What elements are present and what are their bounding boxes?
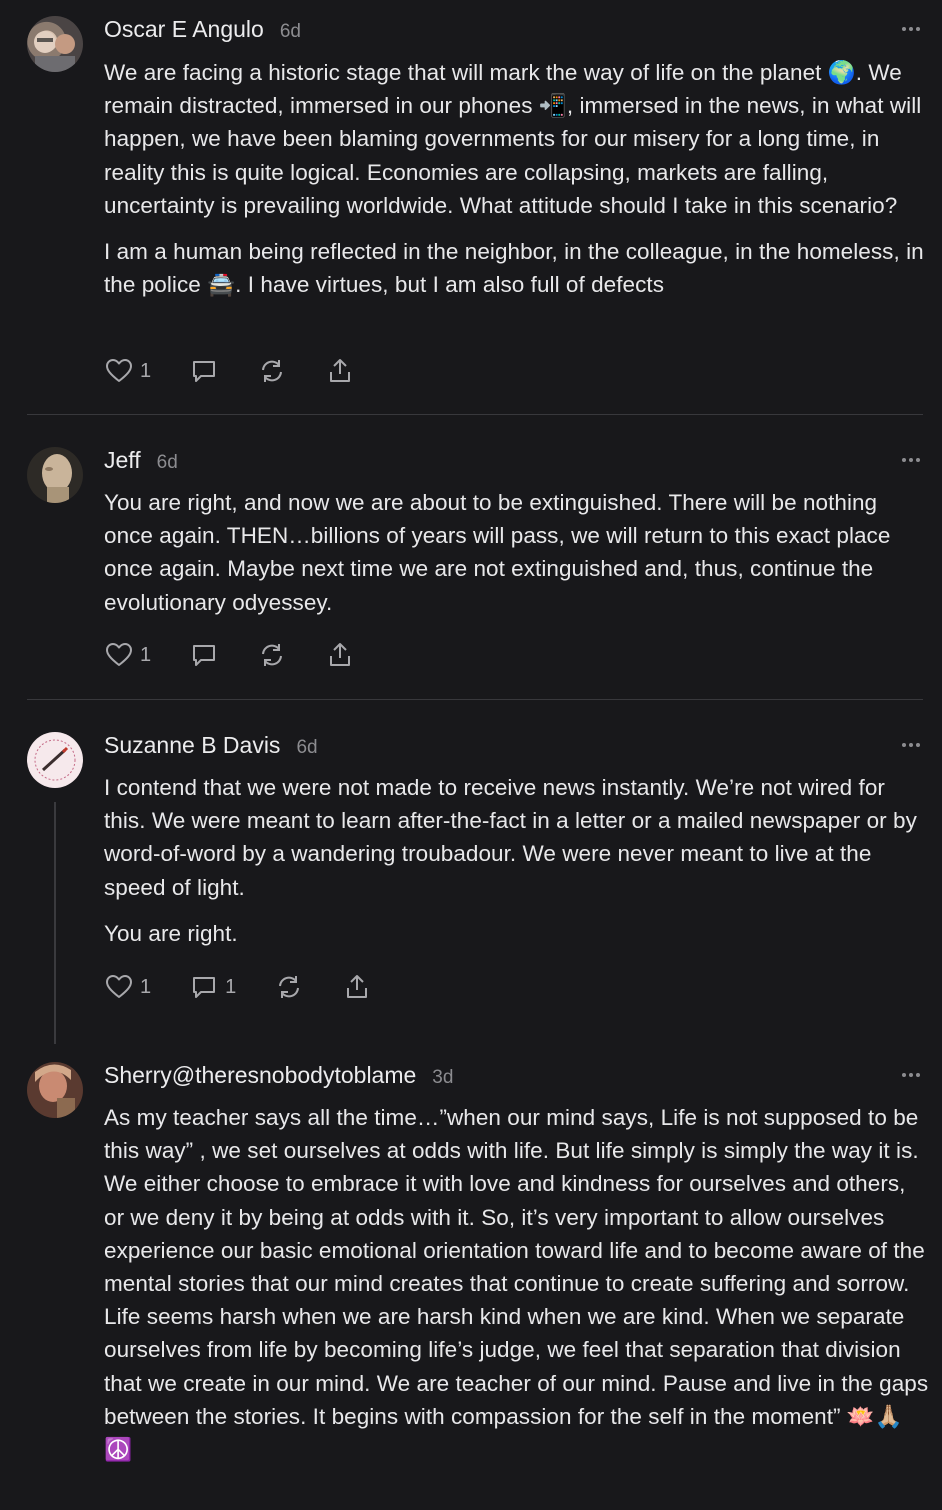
- comment-actions: 1: [104, 640, 393, 670]
- comment-age: 3d: [432, 1067, 454, 1088]
- restack-button[interactable]: [257, 356, 287, 386]
- comment-paragraph: I am a human being reflected in the neig…: [104, 239, 924, 298]
- more-icon[interactable]: [898, 1070, 920, 1080]
- comment-body: As my teacher says all the time…”when ou…: [104, 1101, 929, 1479]
- comment-paragraph: We are facing a historic stage that will…: [104, 60, 922, 218]
- share-button[interactable]: [342, 972, 372, 1002]
- more-icon[interactable]: [898, 740, 920, 750]
- comment-body: You are right, and now we are about to b…: [104, 486, 929, 632]
- comment-icon: [193, 977, 216, 998]
- comment-body: I contend that we were not made to recei…: [104, 771, 929, 963]
- avatar[interactable]: [27, 447, 83, 503]
- comment-header: Oscar E Angulo 6d: [104, 16, 301, 50]
- restack-icon: [262, 644, 283, 666]
- comment-paragraph: I contend that we were not made to recei…: [104, 775, 917, 900]
- restack-icon: [279, 976, 300, 998]
- share-icon: [330, 643, 351, 666]
- reply-button[interactable]: 1: [189, 972, 236, 1002]
- comment-icon: [193, 645, 216, 666]
- like-button[interactable]: 1: [104, 972, 151, 1002]
- comment: Sherry@theresnobodytoblame 3d As my teac…: [0, 1062, 942, 1510]
- comment-header: Suzanne B Davis 6d: [104, 732, 318, 766]
- comment-age: 6d: [279, 21, 301, 42]
- comment-actions: 1 1: [104, 972, 410, 1002]
- avatar-photo: [28, 733, 82, 787]
- comment-header: Jeff 6d: [104, 447, 178, 481]
- restack-button[interactable]: [274, 972, 304, 1002]
- like-button[interactable]: 1: [104, 356, 151, 386]
- share-button[interactable]: [325, 640, 355, 670]
- avatar-photo: [35, 1064, 75, 1118]
- share-icon: [330, 359, 351, 382]
- comment-paragraph: You are right.: [104, 920, 238, 946]
- reply-button[interactable]: [189, 640, 219, 670]
- divider: [27, 414, 923, 415]
- restack-button[interactable]: [257, 640, 287, 670]
- avatar-photo: [42, 454, 72, 503]
- like-count: 1: [140, 975, 152, 998]
- divider: [27, 699, 923, 700]
- like-button[interactable]: 1: [104, 640, 151, 670]
- comment-age: 6d: [296, 737, 318, 758]
- more-icon[interactable]: [898, 24, 920, 34]
- more-icon[interactable]: [898, 455, 920, 465]
- heart-icon: [106, 359, 132, 382]
- restack-icon: [262, 360, 283, 382]
- comment-paragraph: You are right, and now we are about to b…: [104, 490, 891, 615]
- author-name[interactable]: Suzanne B Davis: [104, 732, 280, 759]
- author-name[interactable]: Sherry@theresnobodytoblame: [104, 1062, 416, 1089]
- author-name[interactable]: Oscar E Angulo: [104, 16, 264, 43]
- avatar-photo: [34, 31, 75, 72]
- author-name[interactable]: Jeff: [104, 447, 141, 474]
- comment: Jeff 6d You are right, and now we are ab…: [0, 447, 942, 687]
- reply-button[interactable]: [189, 356, 219, 386]
- comment: Suzanne B Davis 6d I contend that we wer…: [0, 732, 942, 1032]
- comment-body: We are facing a historic stage that will…: [104, 56, 929, 314]
- avatar[interactable]: [27, 732, 83, 788]
- avatar[interactable]: [27, 16, 83, 72]
- like-count: 1: [140, 359, 152, 382]
- share-icon: [347, 975, 368, 998]
- comment-icon: [193, 361, 216, 382]
- share-button[interactable]: [325, 356, 355, 386]
- avatar[interactable]: [27, 1062, 83, 1118]
- comment-paragraph: As my teacher says all the time…”when ou…: [104, 1105, 929, 1463]
- comment-age: 6d: [156, 452, 178, 473]
- heart-icon: [106, 643, 132, 666]
- comment: Oscar E Angulo 6d We are facing a histor…: [0, 16, 942, 396]
- comment-actions: 1: [104, 356, 393, 386]
- heart-icon: [106, 975, 132, 998]
- comment-header: Sherry@theresnobodytoblame 3d: [104, 1062, 453, 1096]
- like-count: 1: [140, 643, 152, 666]
- reply-count: 1: [225, 975, 237, 998]
